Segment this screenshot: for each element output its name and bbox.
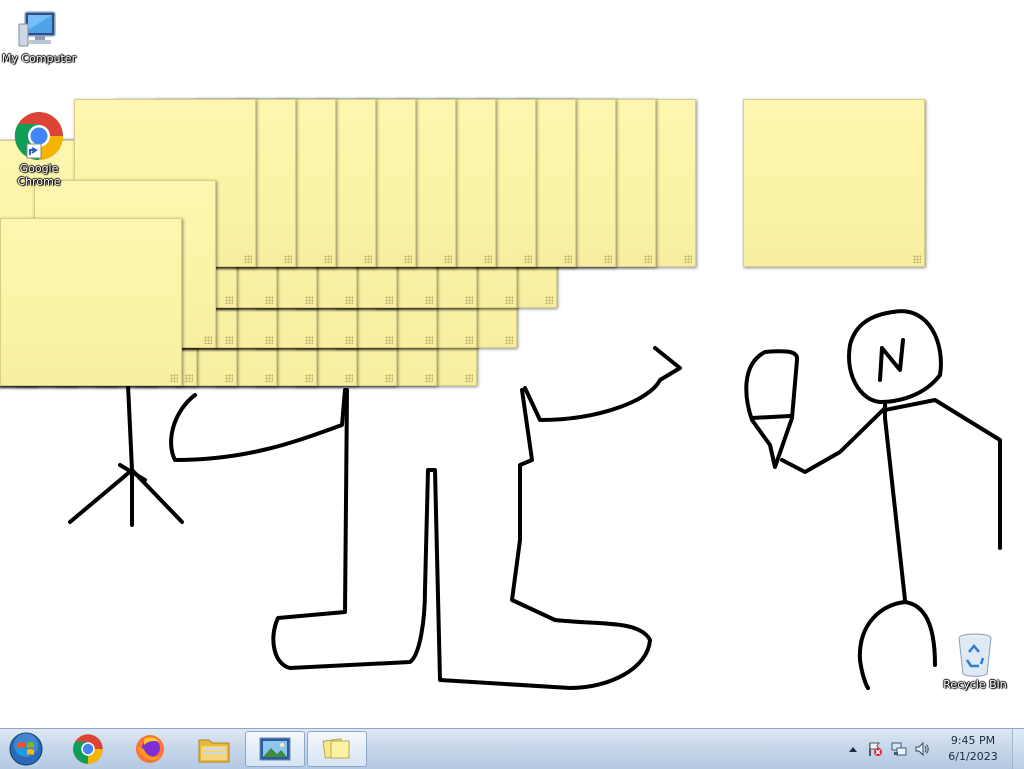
windows-start-orb-icon [9, 732, 43, 766]
resize-grip-icon[interactable] [170, 374, 178, 382]
resize-grip-icon[interactable] [324, 255, 332, 263]
taskbar-firefox-button[interactable] [122, 731, 178, 767]
action-center-flag-icon [869, 742, 882, 756]
action-center-button[interactable] [867, 741, 883, 757]
taskbar-sticky-notes-button[interactable] [307, 731, 367, 767]
resize-grip-icon[interactable] [265, 374, 273, 382]
taskbar-chrome-button[interactable] [60, 731, 116, 767]
resize-grip-icon[interactable] [684, 255, 692, 263]
resize-grip-icon[interactable] [385, 374, 393, 382]
my-computer-shortcut[interactable]: My Computer [0, 8, 78, 65]
resize-grip-icon[interactable] [185, 374, 193, 382]
resize-grip-icon[interactable] [404, 255, 412, 263]
google-chrome-label: Google Chrome [17, 162, 61, 188]
resize-grip-icon[interactable] [364, 255, 372, 263]
resize-grip-icon[interactable] [305, 374, 313, 382]
recycle-bin-icon [958, 633, 992, 677]
network-icon [891, 742, 907, 756]
resize-grip-icon[interactable] [913, 255, 921, 263]
resize-grip-icon[interactable] [345, 296, 353, 304]
resize-grip-icon[interactable] [465, 336, 473, 344]
computer-icon [18, 11, 56, 47]
resize-grip-icon[interactable] [425, 374, 433, 382]
folder-icon [198, 739, 230, 763]
resize-grip-icon[interactable] [644, 255, 652, 263]
resize-grip-icon[interactable] [444, 255, 452, 263]
resize-grip-icon[interactable] [345, 336, 353, 344]
show-desktop-button[interactable] [1012, 729, 1024, 769]
recycle-bin-label: Recycle Bin [943, 678, 1007, 691]
taskbar-image-viewer-button[interactable] [245, 731, 305, 767]
resize-grip-icon[interactable] [204, 336, 212, 344]
clock-time: 9:45 PM [950, 734, 996, 747]
sticky-notes-icon [322, 738, 350, 759]
resize-grip-icon[interactable] [385, 296, 393, 304]
clock-date: 6/1/2023 [948, 750, 998, 763]
desktop[interactable]: My Computer Google Chrome Recycle Bin [0, 0, 1024, 728]
resize-grip-icon[interactable] [465, 374, 473, 382]
resize-grip-icon[interactable] [505, 336, 513, 344]
resize-grip-icon[interactable] [425, 336, 433, 344]
network-button[interactable] [891, 741, 907, 757]
clock[interactable]: 9:45 PM 6/1/2023 [940, 733, 1006, 765]
resize-grip-icon[interactable] [604, 255, 612, 263]
volume-icon [915, 741, 929, 757]
chrome-icon [73, 734, 103, 764]
chevron-up-icon [849, 747, 857, 752]
chrome-icon [14, 112, 63, 161]
resize-grip-icon[interactable] [385, 336, 393, 344]
firefox-icon [136, 735, 164, 763]
resize-grip-icon[interactable] [225, 336, 233, 344]
resize-grip-icon[interactable] [545, 296, 553, 304]
resize-grip-icon[interactable] [484, 255, 492, 263]
resize-grip-icon[interactable] [265, 296, 273, 304]
resize-grip-icon[interactable] [225, 296, 233, 304]
resize-grip-icon[interactable] [524, 255, 532, 263]
volume-button[interactable] [914, 741, 930, 757]
show-hidden-icons-button[interactable] [845, 741, 861, 757]
resize-grip-icon[interactable] [284, 255, 292, 263]
resize-grip-icon[interactable] [345, 374, 353, 382]
resize-grip-icon[interactable] [564, 255, 572, 263]
resize-grip-icon[interactable] [265, 336, 273, 344]
resize-grip-icon[interactable] [505, 296, 513, 304]
start-button[interactable] [4, 730, 48, 768]
taskbar-explorer-button[interactable] [186, 731, 242, 767]
photo-viewer-icon [259, 737, 291, 761]
taskbar: 9:45 PM 6/1/2023 [0, 728, 1024, 769]
resize-grip-icon[interactable] [244, 255, 252, 263]
recycle-bin-shortcut[interactable]: Recycle Bin [936, 630, 1014, 691]
resize-grip-icon[interactable] [465, 296, 473, 304]
my-computer-label: My Computer [1, 52, 77, 65]
resize-grip-icon[interactable] [305, 336, 313, 344]
resize-grip-icon[interactable] [425, 296, 433, 304]
resize-grip-icon[interactable] [225, 374, 233, 382]
google-chrome-shortcut[interactable]: Google Chrome [0, 110, 78, 188]
sticky-note[interactable] [743, 99, 925, 267]
resize-grip-icon[interactable] [305, 296, 313, 304]
sticky-note[interactable] [0, 218, 182, 386]
